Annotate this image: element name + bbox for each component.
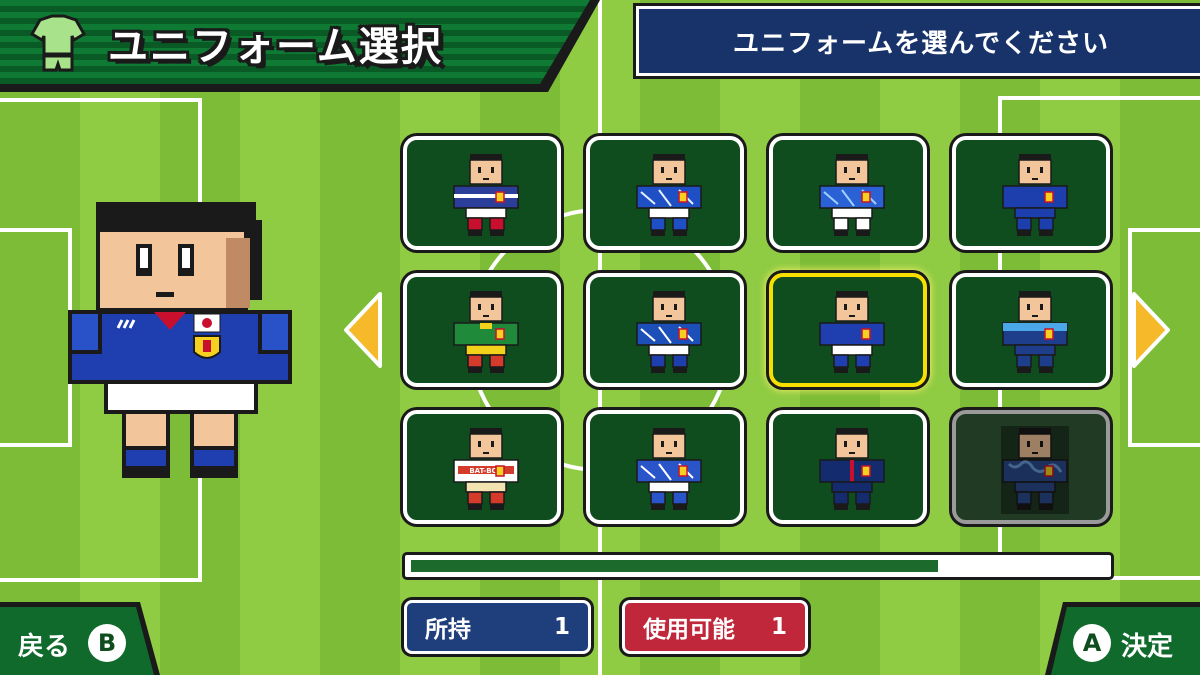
player-sprite bbox=[819, 154, 885, 236]
player-sprite bbox=[636, 154, 702, 236]
usable-value: 1 bbox=[770, 614, 787, 640]
arrow-left-icon[interactable] bbox=[342, 290, 382, 370]
uniform-card[interactable] bbox=[769, 273, 927, 387]
a-button-icon: A bbox=[1073, 624, 1111, 662]
uniform-card[interactable] bbox=[952, 136, 1110, 250]
instruction-banner: ユニフォームを選んでください bbox=[636, 6, 1200, 76]
player-sprite bbox=[1001, 426, 1069, 514]
progress-bar bbox=[402, 552, 1114, 580]
player-sprite bbox=[636, 428, 702, 510]
player-sprite bbox=[819, 428, 885, 510]
player-preview bbox=[68, 202, 292, 478]
owned-label: 所持 bbox=[425, 617, 471, 643]
uniform-card[interactable] bbox=[586, 410, 744, 524]
b-button-icon: B bbox=[88, 624, 126, 662]
uniform-card[interactable] bbox=[952, 410, 1110, 524]
confirm-button[interactable]: A 決定 bbox=[1045, 602, 1200, 675]
player-sprite bbox=[636, 291, 702, 373]
shirt-icon bbox=[30, 14, 86, 72]
instruction-text: ユニフォームを選んでください bbox=[733, 28, 1109, 59]
uniform-card[interactable] bbox=[586, 273, 744, 387]
player-sprite: BAT-BOX bbox=[453, 428, 519, 510]
uniform-card[interactable] bbox=[769, 136, 927, 250]
uniform-card[interactable] bbox=[952, 273, 1110, 387]
uniform-card[interactable] bbox=[403, 273, 561, 387]
uniform-card[interactable]: BAT-BOX bbox=[403, 410, 561, 524]
player-sprite bbox=[453, 291, 519, 373]
progress-fill bbox=[411, 560, 938, 572]
arrow-right-icon[interactable] bbox=[1132, 290, 1172, 370]
usable-label: 使用可能 bbox=[643, 617, 735, 643]
uniform-card[interactable] bbox=[403, 136, 561, 250]
player-sprite bbox=[819, 291, 885, 373]
uniform-card[interactable] bbox=[769, 410, 927, 524]
uniform-card[interactable] bbox=[586, 136, 744, 250]
player-sprite bbox=[453, 154, 519, 236]
confirm-label: 決定 bbox=[1121, 632, 1174, 662]
back-label: 戻る bbox=[18, 632, 71, 662]
player-sprite bbox=[1002, 291, 1068, 373]
player-sprite bbox=[1002, 154, 1068, 236]
owned-count-box: 所持 1 bbox=[404, 600, 591, 654]
back-button[interactable]: 戻る B bbox=[0, 602, 160, 675]
page-title: ユニフォーム選択 bbox=[108, 24, 443, 70]
usable-count-box: 使用可能 1 bbox=[622, 600, 808, 654]
owned-value: 1 bbox=[553, 614, 570, 640]
